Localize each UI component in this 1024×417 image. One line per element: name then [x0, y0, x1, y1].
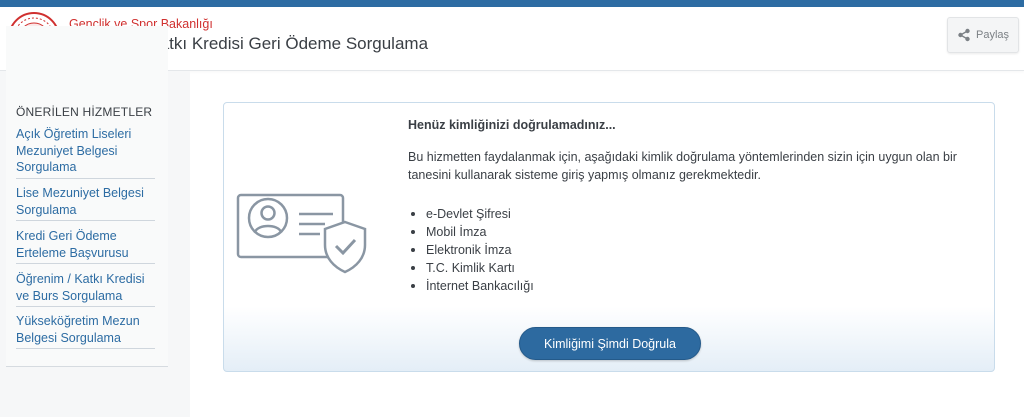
verification-methods-list: e-Devlet Şifresi Mobil İmza Elektronik İ… — [408, 205, 534, 295]
share-button[interactable]: Paylaş — [947, 17, 1019, 53]
sidebar-divider — [6, 366, 168, 367]
list-item: e-Devlet Şifresi — [408, 205, 534, 223]
verify-identity-button[interactable]: Kimliğimi Şimdi Doğrula — [519, 327, 701, 360]
sidebar-item-yuksekogretim-mezun[interactable]: Yükseköğretim Mezun Belgesi Sorgulama — [16, 313, 155, 349]
sidebar-item-lise-mezuniyet[interactable]: Lise Mezuniyet Belgesi Sorgulama — [16, 185, 155, 221]
list-item: T.C. Kimlik Kartı — [408, 259, 534, 277]
sidebar-item-acik-ogretim[interactable]: Açık Öğretim Liseleri Mezuniyet Belgesi … — [16, 126, 155, 179]
identity-card-shield-icon — [236, 193, 367, 274]
share-icon — [958, 28, 970, 42]
sidebar-item-kredi-erteleme[interactable]: Kredi Geri Ödeme Erteleme Başvurusu — [16, 228, 155, 264]
list-item: Elektronik İmza — [408, 241, 534, 259]
list-item: Mobil İmza — [408, 223, 534, 241]
list-item: İnternet Bankacılığı — [408, 277, 534, 295]
sidebar-item-ogrenim-kredisi[interactable]: Öğrenim / Katkı Kredisi ve Burs Sorgulam… — [16, 271, 155, 307]
sidebar-title: ÖNERİLEN HİZMETLER — [16, 105, 153, 119]
share-label: Paylaş — [975, 29, 1010, 41]
top-accent-bar — [0, 0, 1024, 7]
verification-title: Henüz kimliğinizi doğrulamadınız... — [408, 118, 616, 132]
verification-description: Bu hizmetten faydalanmak için, aşağıdaki… — [408, 150, 957, 182]
